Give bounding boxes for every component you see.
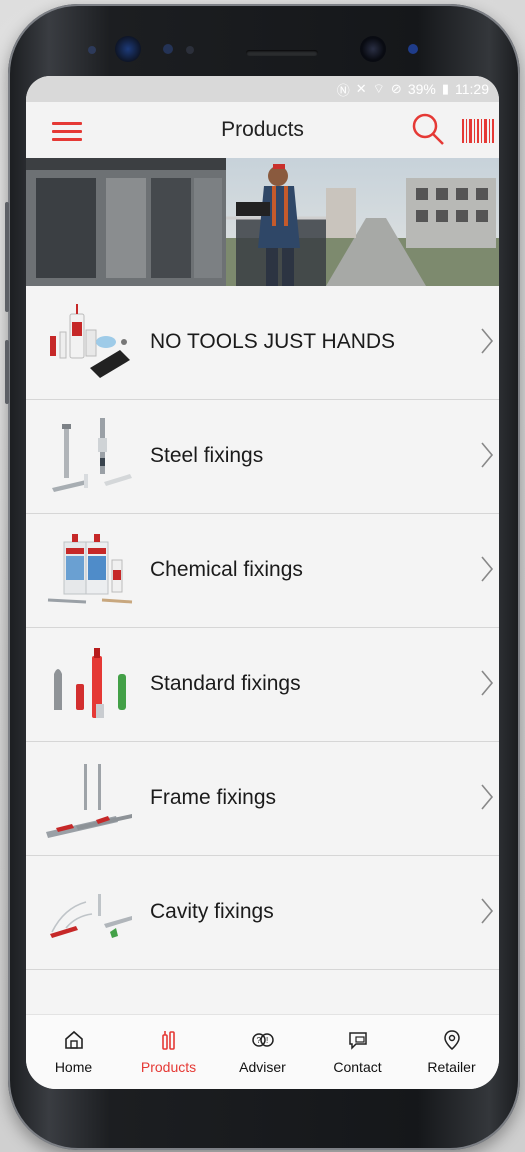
svg-text:!: !	[266, 1036, 268, 1045]
earpiece-speaker	[246, 50, 318, 56]
chevron-right-icon	[481, 556, 494, 582]
proximity-sensor	[163, 44, 173, 54]
barcode-scan-icon[interactable]	[462, 119, 494, 143]
no-signal-icon: ⊘	[390, 81, 402, 96]
nfc-icon: Ⓝ	[336, 82, 350, 98]
cavity-anchor-image	[50, 894, 132, 938]
chemical-cartridge-image	[47, 534, 133, 604]
chevron-right-icon	[481, 898, 494, 924]
wall-plug-image	[54, 648, 126, 718]
tab-home[interactable]: Home	[26, 1015, 121, 1089]
tab-label: Products	[140, 1059, 197, 1075]
tab-label: Home	[54, 1059, 93, 1075]
clock: 11:29	[455, 81, 489, 97]
front-sensor	[88, 46, 96, 54]
category-row-steel[interactable]: Steel fixings	[26, 400, 499, 514]
tab-adviser[interactable]: ? ! Adviser	[215, 1015, 310, 1089]
bixby-button	[5, 340, 9, 404]
category-label: Frame fixings	[150, 786, 277, 809]
chevron-right-icon	[481, 670, 494, 696]
tab-label: Contact	[333, 1059, 382, 1075]
tab-retailer[interactable]: Retailer	[404, 1015, 499, 1089]
mute-icon: ✕	[355, 81, 367, 96]
tab-products[interactable]: Products	[121, 1015, 216, 1089]
category-label: Chemical fixings	[150, 558, 303, 581]
light-sensor	[186, 46, 194, 54]
category-label: Cavity fixings	[150, 900, 274, 923]
category-label: NO TOOLS JUST HANDS	[150, 330, 396, 353]
contact-icon	[349, 1032, 367, 1050]
svg-text:?: ?	[257, 1036, 262, 1045]
iris-scanner	[115, 36, 141, 62]
chevron-right-icon	[481, 784, 494, 810]
app-screen: Ⓝ ✕ ⌔ ⊘ 39% ▮ 11:29 Products NO TOOLS JU…	[26, 76, 499, 1089]
tab-label: Adviser	[239, 1059, 286, 1075]
adhesive-kit-image	[50, 304, 130, 378]
product-category-list: NO TOOLS JUST HANDS Steel fixings Chemic…	[26, 286, 499, 1014]
category-label: Standard fixings	[150, 672, 301, 695]
tab-contact[interactable]: Contact	[310, 1015, 405, 1089]
steel-bolt-image	[52, 418, 132, 492]
battery-percent: 39%	[407, 81, 436, 97]
category-row-cavity[interactable]: Cavity fixings	[26, 856, 499, 970]
status-bar: Ⓝ ✕ ⌔ ⊘ 39% ▮ 11:29	[26, 76, 499, 102]
wifi-icon: ⌔	[372, 81, 385, 96]
battery-icon: ▮	[441, 81, 449, 96]
category-row-chemical[interactable]: Chemical fixings	[26, 514, 499, 628]
construction-worker-image	[26, 158, 499, 286]
frame-anchor-image	[46, 764, 132, 838]
products-icon	[162, 1031, 175, 1050]
home-icon	[65, 1030, 83, 1049]
camera-dot	[408, 44, 418, 54]
category-label: Steel fixings	[150, 444, 264, 467]
adviser-icon: ? !	[252, 1033, 274, 1047]
chevron-right-icon	[481, 328, 494, 354]
app-bar: Products	[26, 102, 499, 158]
bottom-navigation: Home Products ? ! Adviser Contact Retail…	[26, 1014, 499, 1089]
location-pin-icon	[444, 1030, 460, 1050]
category-row-frame[interactable]: Frame fixings	[26, 742, 499, 856]
tab-label: Retailer	[427, 1059, 476, 1075]
hero-banner-image	[26, 158, 499, 286]
volume-button	[5, 202, 9, 312]
front-camera	[360, 36, 386, 62]
chevron-right-icon	[481, 442, 494, 468]
category-row-standard[interactable]: Standard fixings	[26, 628, 499, 742]
search-icon[interactable]	[411, 112, 445, 146]
category-row-no-tools[interactable]: NO TOOLS JUST HANDS	[26, 286, 499, 400]
